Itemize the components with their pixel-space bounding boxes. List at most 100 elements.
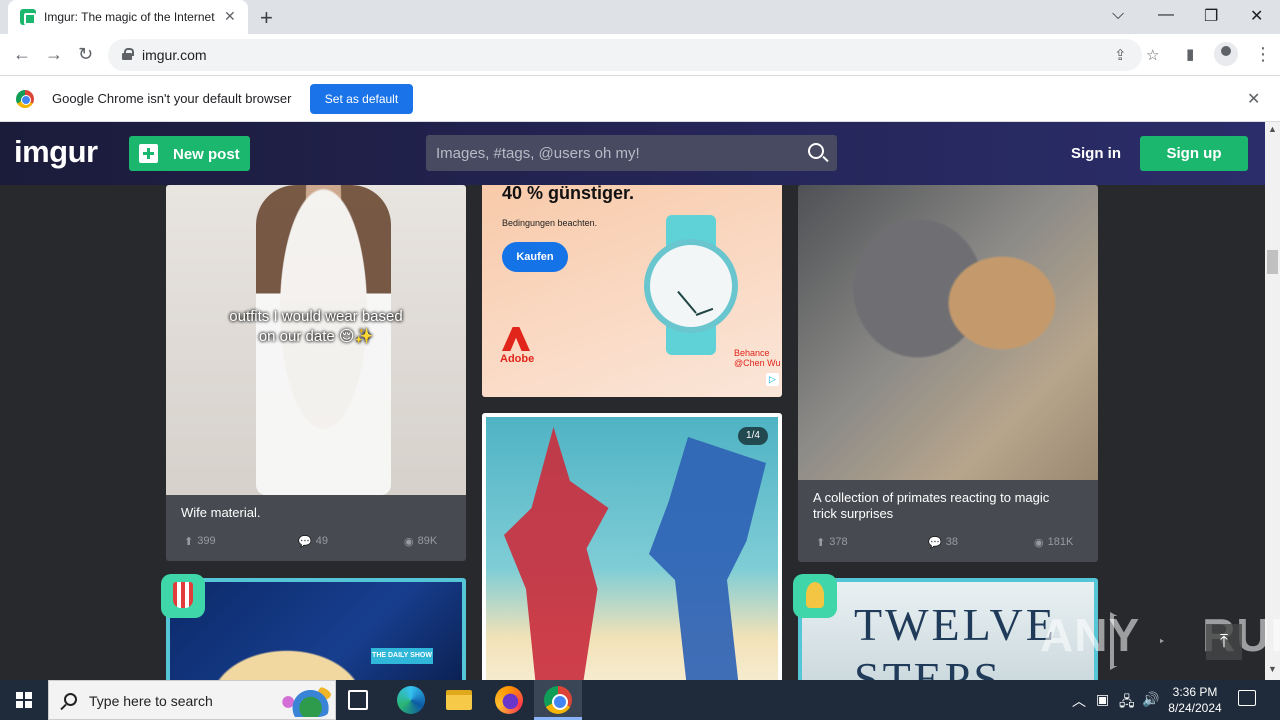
eye-icon: ◉	[404, 536, 414, 548]
adobe-logo-icon: Adobe	[500, 327, 535, 367]
post-title[interactable]: A collection of primates reacting to mag…	[813, 490, 1049, 522]
back-to-top-icon[interactable]: ⤒	[1206, 624, 1242, 660]
view-count: ◉ 89K	[404, 535, 438, 548]
comment-count: 💬 49	[298, 535, 328, 548]
comment-bubble-icon: 💬	[928, 537, 942, 549]
scroll-down-arrow-icon[interactable]: ▼	[1268, 664, 1277, 674]
anyrun-watermark: ANYRUN	[1040, 609, 1280, 661]
clock-time: 3:36 PM	[1172, 685, 1218, 699]
reload-icon[interactable]: ↻	[78, 44, 93, 65]
forward-icon[interactable]: →	[45, 44, 63, 65]
view-count: ◉ 181K	[1034, 536, 1074, 549]
upvote-count[interactable]: ⬆ 399	[184, 535, 216, 548]
ad-headline: 40 % günstiger.	[502, 185, 635, 203]
address-bar[interactable]: imgur.com ⇪ ☆	[108, 39, 1159, 71]
adobe-brand-text: Adobe	[500, 353, 535, 365]
chrome-logo-icon	[16, 90, 34, 108]
edge-icon[interactable]	[397, 686, 425, 714]
gallery-post-card[interactable]: 1/4	[482, 413, 782, 680]
browser-toolbar: ← → ↻ imgur.com ⇪ ☆ ▮ ⋮	[0, 34, 1280, 76]
windows-taskbar: Type here to search ︿ ▣ 🖧 🔊 3:36 PM 8/24…	[0, 680, 1280, 720]
default-browser-infobar: Google Chrome isn't your default browser…	[0, 76, 1280, 122]
plus-icon	[139, 144, 158, 163]
volume-icon[interactable]: 🔊	[1142, 691, 1159, 708]
tab-close-icon[interactable]: ✕	[224, 8, 236, 25]
ad-credit: Behance @Chen Wu	[734, 348, 781, 368]
popcorn-badge-icon	[161, 574, 205, 618]
sign-up-button[interactable]: Sign up	[1140, 136, 1248, 171]
tray-overflow-chevron-icon[interactable]: ︿	[1072, 691, 1086, 711]
dragon-comic-image[interactable]	[486, 417, 778, 680]
search-input[interactable]	[436, 143, 796, 163]
chrome-taskbar-icon[interactable]	[544, 686, 572, 714]
ad-watch-image	[644, 215, 738, 355]
new-post-label: New post	[173, 146, 240, 163]
imgur-logo[interactable]: imgur	[14, 134, 98, 170]
post-image[interactable]	[170, 582, 462, 680]
upvote-arrow-icon: ⬆	[816, 537, 826, 549]
book-cover-text: TWELVE STEPS	[854, 599, 1057, 680]
taskbar-clock[interactable]: 3:36 PM 8/24/2024	[1162, 684, 1228, 716]
browser-tab-imgur[interactable]: Imgur: The magic of the Internet ✕	[8, 0, 248, 34]
new-post-button[interactable]: New post	[129, 136, 250, 171]
minimize-icon[interactable]: —	[1158, 6, 1174, 24]
tray-device-icon[interactable]: ▣	[1096, 691, 1109, 708]
network-icon[interactable]: 🖧	[1119, 691, 1135, 715]
comment-bubble-icon: 💬	[298, 536, 312, 548]
post-image[interactable]: outfits I would wear based on our date 😌…	[166, 185, 466, 495]
post-card[interactable]: THE DAILY SHOW	[166, 578, 466, 680]
post-card[interactable]: outfits I would wear based on our date 😌…	[166, 185, 466, 561]
url-text[interactable]: imgur.com	[142, 47, 207, 63]
page-scrollbar[interactable]: ▲ ▼	[1265, 122, 1280, 680]
search-icon	[64, 693, 77, 706]
browser-tab-strip: Imgur: The magic of the Internet ✕ + ⌵ —…	[0, 0, 1280, 34]
taskbar-search-placeholder: Type here to search	[89, 693, 213, 709]
profile-avatar-icon[interactable]	[1214, 42, 1238, 66]
scroll-up-arrow-icon[interactable]: ▲	[1268, 124, 1277, 134]
share-icon[interactable]: ⇪	[1114, 46, 1127, 64]
ad-choices-icon[interactable]: ▷	[766, 373, 779, 386]
notification-center-icon[interactable]	[1238, 690, 1256, 706]
tab-title: Imgur: The magic of the Internet	[44, 10, 215, 24]
upvote-count[interactable]: ⬆ 378	[816, 536, 848, 549]
gallery-page-badge: 1/4	[738, 427, 768, 445]
scrollbar-thumb[interactable]	[1267, 250, 1278, 274]
image-caption: outfits I would wear based on our date 😌…	[206, 307, 426, 347]
new-tab-icon[interactable]: +	[260, 5, 273, 31]
search-bar[interactable]	[426, 135, 837, 171]
restore-icon[interactable]: ❐	[1204, 6, 1218, 26]
lock-icon[interactable]	[122, 48, 134, 60]
infobar-close-icon[interactable]: ✕	[1247, 89, 1260, 109]
taskbar-search-box[interactable]: Type here to search	[48, 680, 336, 720]
windows-start-icon[interactable]	[16, 692, 32, 708]
adobe-advertisement[interactable]: 40 % günstiger. Bedingungen beachten. Ka…	[482, 185, 782, 397]
tab-search-chevron-icon[interactable]: ⌵	[1112, 6, 1124, 24]
task-view-icon[interactable]	[348, 690, 368, 710]
firefox-icon[interactable]	[495, 686, 523, 714]
post-feed: outfits I would wear based on our date 😌…	[0, 185, 1265, 680]
post-title[interactable]: Wife material.	[181, 505, 260, 521]
post-card[interactable]: A collection of primates reacting to mag…	[798, 185, 1098, 562]
ad-fineprint: Bedingungen beachten.	[502, 218, 598, 228]
blue-dragon-figure	[649, 437, 766, 680]
upvote-arrow-icon: ⬆	[184, 536, 194, 548]
bookmark-star-icon[interactable]: ☆	[1146, 46, 1159, 64]
back-icon[interactable]: ←	[13, 44, 31, 65]
image-caption-line: outfits I would wear based	[229, 308, 403, 325]
ad-buy-button[interactable]: Kaufen	[502, 242, 568, 272]
search-icon[interactable]	[808, 143, 824, 159]
imgur-favicon-icon	[20, 9, 36, 25]
sign-in-link[interactable]: Sign in	[1071, 145, 1121, 162]
red-dragon-figure	[504, 427, 609, 680]
set-as-default-button[interactable]: Set as default	[310, 84, 413, 114]
file-explorer-icon[interactable]	[446, 690, 472, 710]
post-image[interactable]	[798, 185, 1098, 480]
image-caption-line: on our date 😌✨	[258, 328, 374, 345]
daily-show-tag: THE DAILY SHOW	[371, 648, 433, 664]
search-highlight-icon	[277, 687, 333, 717]
chrome-menu-icon[interactable]: ⋮	[1254, 44, 1272, 65]
side-panel-icon[interactable]: ▮	[1186, 45, 1194, 63]
window-close-icon[interactable]: ✕	[1250, 6, 1263, 26]
imgur-header: imgur New post Sign in Sign up	[0, 122, 1265, 185]
comment-count: 💬 38	[928, 536, 958, 549]
